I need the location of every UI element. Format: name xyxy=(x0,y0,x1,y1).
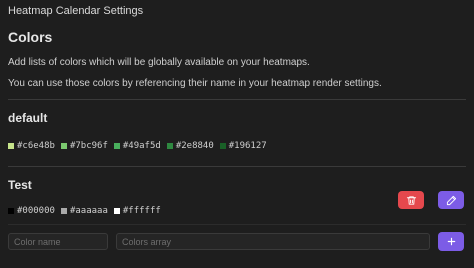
color-item: #000000 xyxy=(8,206,55,216)
colors-description-2: You can use those colors by referencing … xyxy=(8,78,382,89)
color-swatch xyxy=(8,143,14,149)
color-label: #aaaaaa xyxy=(69,206,108,216)
palette-name-test: Test xyxy=(8,178,32,192)
palette-swatches-test: #000000 #aaaaaa #ffffff xyxy=(8,206,167,216)
divider xyxy=(8,166,466,167)
color-swatch xyxy=(113,143,120,149)
colors-description-1: Add lists of colors which will be global… xyxy=(8,57,310,68)
color-swatch xyxy=(60,143,67,149)
color-swatch xyxy=(113,208,120,214)
palette-name-default: default xyxy=(8,111,48,125)
divider xyxy=(8,224,466,225)
edit-palette-button[interactable] xyxy=(438,191,464,209)
color-label: #49af5d xyxy=(122,141,161,151)
color-item: #2e8840 xyxy=(166,141,214,151)
palette-swatches-default: #c6e48b #7bc96f #49af5d #2e8840 #196127 xyxy=(8,141,273,151)
color-name-input[interactable] xyxy=(8,233,108,250)
colors-heading: Colors xyxy=(8,29,53,45)
color-label: #196127 xyxy=(228,141,267,151)
trash-icon xyxy=(406,195,416,205)
settings-page: Heatmap Calendar Settings Colors Add lis… xyxy=(0,0,474,268)
color-item: #7bc96f xyxy=(60,141,108,151)
color-swatch xyxy=(219,143,226,149)
color-item: #ffffff xyxy=(113,206,161,216)
color-label: #000000 xyxy=(17,206,55,216)
color-label: #7bc96f xyxy=(69,141,108,151)
color-label: #ffffff xyxy=(122,206,161,216)
color-item: #196127 xyxy=(219,141,267,151)
color-label: #2e8840 xyxy=(175,141,214,151)
color-swatch xyxy=(166,143,173,149)
color-item: #aaaaaa xyxy=(60,206,108,216)
delete-palette-button[interactable] xyxy=(398,191,424,209)
color-swatch xyxy=(8,208,14,214)
colors-array-input[interactable] xyxy=(116,233,430,250)
pencil-icon xyxy=(446,195,456,205)
settings-title: Heatmap Calendar Settings xyxy=(8,5,144,17)
color-label: #c6e48b xyxy=(17,141,55,151)
plus-icon xyxy=(447,237,455,246)
divider xyxy=(8,99,466,100)
color-swatch xyxy=(60,208,67,214)
add-palette-button[interactable] xyxy=(438,232,464,251)
color-item: #49af5d xyxy=(113,141,161,151)
color-item: #c6e48b xyxy=(8,141,55,151)
